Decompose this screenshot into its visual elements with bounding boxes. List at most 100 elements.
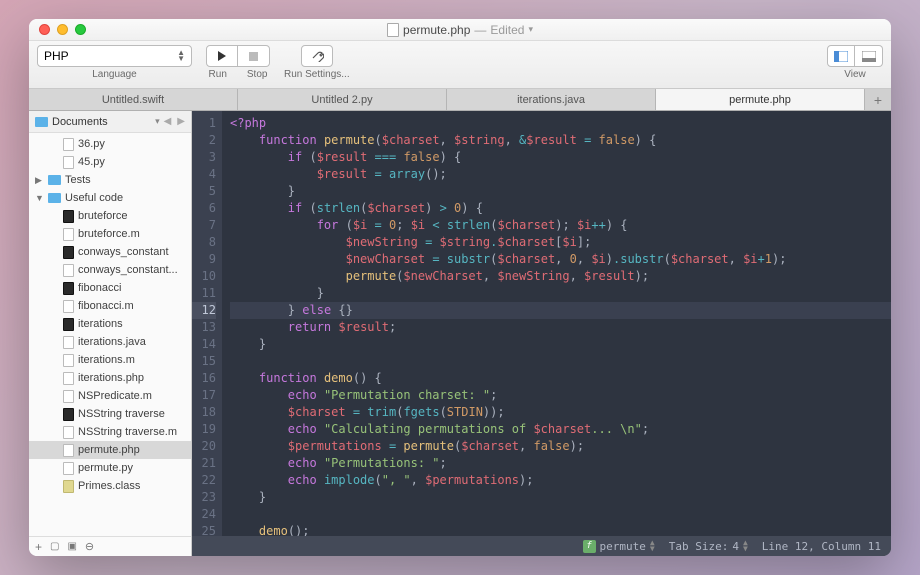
symbol-navigator[interactable]: f permute ▲▼ bbox=[583, 540, 655, 553]
code-content[interactable]: <?php function permute($charset, $string… bbox=[222, 111, 891, 536]
disclosure-triangle-icon[interactable]: ▼ bbox=[35, 193, 44, 203]
file-tree[interactable]: 36.py45.py▶Tests▼Useful codebruteforcebr… bbox=[29, 133, 191, 536]
line-number[interactable]: 19 bbox=[192, 421, 216, 438]
file-item[interactable]: Primes.class bbox=[29, 477, 191, 495]
close-button[interactable] bbox=[39, 24, 50, 35]
code-line[interactable]: } else {} bbox=[230, 302, 891, 319]
line-number[interactable]: 18 bbox=[192, 404, 216, 421]
code-line[interactable]: permute($newCharset, $newString, $result… bbox=[230, 268, 891, 285]
line-number[interactable]: 23 bbox=[192, 489, 216, 506]
code-line[interactable]: demo(); bbox=[230, 523, 891, 536]
line-number[interactable]: 5 bbox=[192, 183, 216, 200]
code-line[interactable]: function permute($charset, $string, &$re… bbox=[230, 132, 891, 149]
zoom-button[interactable] bbox=[75, 24, 86, 35]
line-number[interactable]: 25 bbox=[192, 523, 216, 536]
code-line[interactable]: for ($i = 0; $i < strlen($charset); $i++… bbox=[230, 217, 891, 234]
code-line[interactable]: echo "Permutation charset: "; bbox=[230, 387, 891, 404]
line-number[interactable]: 7 bbox=[192, 217, 216, 234]
file-item[interactable]: conways_constant bbox=[29, 243, 191, 261]
code-line[interactable]: $charset = trim(fgets(STDIN)); bbox=[230, 404, 891, 421]
line-number[interactable]: 13 bbox=[192, 319, 216, 336]
run-button[interactable] bbox=[206, 45, 238, 67]
sidebar-header[interactable]: Documents ▾ ◀ ▶ bbox=[29, 111, 191, 133]
code-line[interactable]: } bbox=[230, 336, 891, 353]
disclosure-triangle-icon[interactable]: ▶ bbox=[35, 175, 44, 186]
code-line[interactable]: } bbox=[230, 183, 891, 200]
file-item[interactable]: permute.py bbox=[29, 459, 191, 477]
file-item[interactable]: fibonacci bbox=[29, 279, 191, 297]
file-item[interactable]: iterations.php bbox=[29, 369, 191, 387]
view-console-button[interactable] bbox=[855, 45, 883, 67]
tab-size-selector[interactable]: Tab Size: 4 ▲▼ bbox=[669, 540, 748, 553]
code-line[interactable]: } bbox=[230, 285, 891, 302]
code-line[interactable]: echo "Calculating permutations of $chars… bbox=[230, 421, 891, 438]
line-number[interactable]: 10 bbox=[192, 268, 216, 285]
line-number[interactable]: 11 bbox=[192, 285, 216, 302]
titlebar[interactable]: permute.php — Edited ▾ bbox=[29, 19, 891, 41]
line-number[interactable]: 22 bbox=[192, 472, 216, 489]
file-item[interactable]: 36.py bbox=[29, 135, 191, 153]
code-line[interactable]: } bbox=[230, 489, 891, 506]
nav-forward-button[interactable]: ▶ bbox=[177, 116, 185, 127]
line-number[interactable]: 9 bbox=[192, 251, 216, 268]
action-button[interactable]: ▣ bbox=[67, 541, 76, 552]
file-item[interactable]: iterations bbox=[29, 315, 191, 333]
settings-button[interactable]: ⊖ bbox=[85, 540, 94, 553]
code-editor[interactable]: 1234567891011121314151617181920212223242… bbox=[192, 111, 891, 556]
line-number-gutter[interactable]: 1234567891011121314151617181920212223242… bbox=[192, 111, 222, 536]
code-line[interactable]: echo implode(", ", $permutations); bbox=[230, 472, 891, 489]
code-line[interactable]: if ($result === false) { bbox=[230, 149, 891, 166]
file-item[interactable]: iterations.m bbox=[29, 351, 191, 369]
line-number[interactable]: 14 bbox=[192, 336, 216, 353]
line-number[interactable]: 3 bbox=[192, 149, 216, 166]
new-folder-button[interactable]: ▢ bbox=[50, 541, 59, 552]
code-line[interactable]: $result = array(); bbox=[230, 166, 891, 183]
file-item[interactable]: conways_constant... bbox=[29, 261, 191, 279]
code-line[interactable]: $newCharset = substr($charset, 0, $i).su… bbox=[230, 251, 891, 268]
nav-back-button[interactable]: ◀ bbox=[164, 116, 172, 127]
code-line[interactable]: echo "Permutations: "; bbox=[230, 455, 891, 472]
file-item[interactable]: NSString traverse bbox=[29, 405, 191, 423]
code-line[interactable]: $permutations = permute($charset, false)… bbox=[230, 438, 891, 455]
tab-iterations-java[interactable]: iterations.java bbox=[447, 89, 656, 110]
tab-untitled-swift[interactable]: Untitled.swift bbox=[29, 89, 238, 110]
line-number[interactable]: 4 bbox=[192, 166, 216, 183]
minimize-button[interactable] bbox=[57, 24, 68, 35]
line-number[interactable]: 20 bbox=[192, 438, 216, 455]
line-number[interactable]: 1 bbox=[192, 115, 216, 132]
code-line[interactable] bbox=[230, 506, 891, 523]
code-line[interactable]: function demo() { bbox=[230, 370, 891, 387]
line-number[interactable]: 17 bbox=[192, 387, 216, 404]
folder-item[interactable]: ▼Useful code bbox=[29, 189, 191, 207]
file-item[interactable]: iterations.java bbox=[29, 333, 191, 351]
line-number[interactable]: 6 bbox=[192, 200, 216, 217]
stop-button[interactable] bbox=[238, 45, 270, 67]
line-number[interactable]: 8 bbox=[192, 234, 216, 251]
tab-permute-php[interactable]: permute.php bbox=[656, 89, 865, 110]
tab-untitled-2-py[interactable]: Untitled 2.py bbox=[238, 89, 447, 110]
line-number[interactable]: 12 bbox=[192, 302, 216, 319]
line-number[interactable]: 2 bbox=[192, 132, 216, 149]
file-item[interactable]: 45.py bbox=[29, 153, 191, 171]
code-line[interactable]: if (strlen($charset) > 0) { bbox=[230, 200, 891, 217]
line-number[interactable]: 21 bbox=[192, 455, 216, 472]
view-sidebar-button[interactable] bbox=[827, 45, 855, 67]
file-item[interactable]: bruteforce bbox=[29, 207, 191, 225]
language-select[interactable]: PHP ▲▼ bbox=[37, 45, 192, 67]
file-item[interactable]: NSPredicate.m bbox=[29, 387, 191, 405]
run-settings-button[interactable] bbox=[301, 45, 333, 67]
add-file-button[interactable]: + bbox=[35, 540, 42, 554]
file-item[interactable]: NSString traverse.m bbox=[29, 423, 191, 441]
line-number[interactable]: 16 bbox=[192, 370, 216, 387]
file-item[interactable]: fibonacci.m bbox=[29, 297, 191, 315]
new-tab-button[interactable]: + bbox=[865, 89, 891, 110]
code-line[interactable]: $newString = $string.$charset[$i]; bbox=[230, 234, 891, 251]
file-item[interactable]: permute.php bbox=[29, 441, 191, 459]
file-item[interactable]: bruteforce.m bbox=[29, 225, 191, 243]
code-line[interactable]: return $result; bbox=[230, 319, 891, 336]
line-number[interactable]: 15 bbox=[192, 353, 216, 370]
cursor-position[interactable]: Line 12, Column 11 bbox=[762, 540, 881, 553]
folder-item[interactable]: ▶Tests bbox=[29, 171, 191, 189]
line-number[interactable]: 24 bbox=[192, 506, 216, 523]
code-line[interactable] bbox=[230, 353, 891, 370]
